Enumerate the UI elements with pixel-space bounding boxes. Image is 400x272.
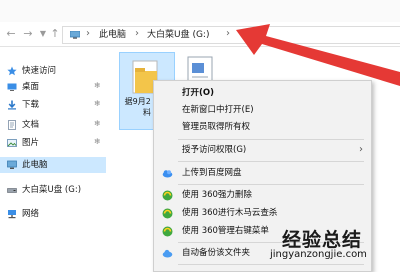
usb-drive-icon <box>7 188 17 193</box>
forward-icon[interactable]: → <box>22 27 34 41</box>
sidebar-item-network[interactable]: 网络 <box>0 206 106 222</box>
menu-item-upload-baidu[interactable]: 上传到百度网盘 <box>154 165 371 182</box>
chevron-right-icon: › <box>359 144 363 155</box>
menu-item-take-ownership[interactable]: 管理员取得所有权 <box>154 119 371 136</box>
sidebar-item-pictures[interactable]: 图片 ❄ <box>0 135 106 151</box>
computer-icon <box>70 31 80 39</box>
menu-item-label: 使用 360进行木马云查杀 <box>182 208 278 218</box>
sidebar-item-label: 快速访问 <box>22 66 57 76</box>
sidebar-item-label: 大白菜U盘 (G:) <box>22 185 82 195</box>
menu-item-label: 授予访问权限(G) <box>182 145 247 155</box>
menu-item-label: 使用 360管理右键菜单 <box>182 226 269 236</box>
menu-item-360-force-delete[interactable]: 使用 360强力删除 <box>154 187 371 204</box>
breadcrumb-separator: › <box>135 28 139 39</box>
sidebar-item-label: 此电脑 <box>22 160 48 170</box>
ribbon-toolbar <box>0 0 400 23</box>
menu-item-label: 打开(O) <box>182 88 214 98</box>
watermark-title: 经验总结 <box>282 229 363 251</box>
watermark: 经验总结 jingyanzongjie.com <box>270 225 367 260</box>
sidebar-item-quick-access[interactable]: 快速访问 <box>0 63 106 79</box>
breadcrumb-separator: › <box>86 28 90 39</box>
360-icon <box>162 190 173 201</box>
document-icon <box>8 120 16 130</box>
desktop-icon <box>7 83 17 91</box>
breadcrumb-this-pc[interactable]: 此电脑 <box>99 29 126 41</box>
baidu-cloud-icon <box>162 170 173 178</box>
sidebar-item-desktop[interactable]: 桌面 ❄ <box>0 79 106 95</box>
star-icon <box>7 66 17 76</box>
recent-locations-icon[interactable]: ▼ <box>37 27 49 41</box>
menu-item-open[interactable]: 打开(O) <box>154 85 371 102</box>
navigation-pane: 快速访问 桌面 ❄ 下载 ❄ 文档 ❄ 图片 ❄ 此电脑 大白菜U盘 (G:) … <box>0 47 112 270</box>
menu-separator <box>178 184 364 185</box>
sidebar-item-this-pc[interactable]: 此电脑 <box>0 157 106 173</box>
network-icon <box>8 210 16 219</box>
sidebar-item-downloads[interactable]: 下载 ❄ <box>0 97 106 113</box>
sidebar-item-documents[interactable]: 文档 ❄ <box>0 117 106 133</box>
computer-icon <box>7 160 17 169</box>
menu-item-grant-access[interactable]: 授予访问权限(G) › <box>154 142 371 159</box>
picture-icon <box>7 139 17 147</box>
pin-icon: ❄ <box>94 99 101 108</box>
menu-separator <box>178 264 364 265</box>
pin-icon: ❄ <box>94 81 101 90</box>
watermark-url: jingyanzongjie.com <box>270 249 367 260</box>
sidebar-item-usb-drive[interactable]: 大白菜U盘 (G:) <box>0 182 106 198</box>
breadcrumb-usb-drive[interactable]: 大白菜U盘 (G:) <box>147 29 209 41</box>
download-icon <box>8 100 16 110</box>
sidebar-item-label: 文档 <box>22 120 40 130</box>
menu-item-label: 使用 360强力删除 <box>182 190 252 200</box>
sidebar-item-label: 网络 <box>22 209 40 219</box>
pin-icon: ❄ <box>94 137 101 146</box>
sidebar-item-label: 下载 <box>22 100 40 110</box>
menu-item-label: 上传到百度网盘 <box>182 168 242 178</box>
back-icon[interactable]: ← <box>5 27 17 41</box>
sidebar-item-label: 桌面 <box>22 82 40 92</box>
menu-item-label: 管理员取得所有权 <box>182 122 251 132</box>
menu-item-open-new-window[interactable]: 在新窗口中打开(E) <box>154 102 371 119</box>
pin-icon: ❄ <box>94 119 101 128</box>
menu-separator <box>178 161 364 162</box>
sidebar-item-label: 图片 <box>22 138 40 148</box>
360-icon <box>162 208 173 219</box>
menu-item-360-trojan-scan[interactable]: 使用 360进行木马云查杀 <box>154 205 371 222</box>
backup-cloud-icon <box>162 249 173 258</box>
menu-item-label: 自动备份该文件夹 <box>182 248 251 258</box>
360-icon <box>162 226 173 237</box>
menu-item-label: 在新窗口中打开(E) <box>182 105 254 115</box>
breadcrumb-separator: › <box>226 28 230 39</box>
menu-separator <box>178 139 364 140</box>
up-icon[interactable]: ↑ <box>49 27 61 41</box>
